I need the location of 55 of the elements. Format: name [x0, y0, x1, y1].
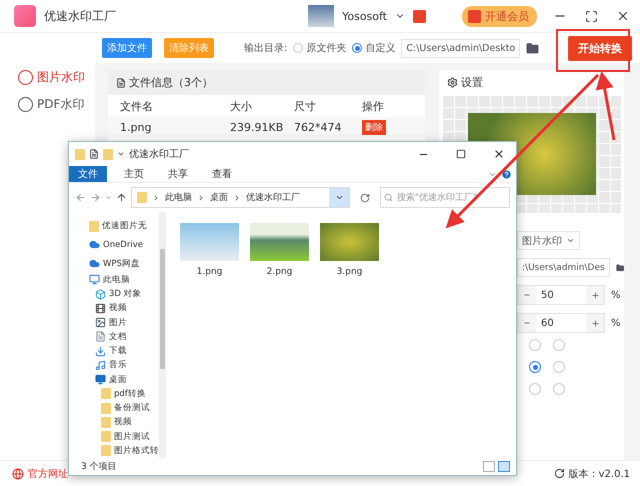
nav-item[interactable]: 优速图片无 [69, 217, 159, 236]
watermark-path-field[interactable]: :\Users\admin\Des [517, 258, 610, 277]
nav-item[interactable]: 3D 对象 [69, 287, 159, 302]
breadcrumb-item[interactable]: 优速水印工厂 [246, 191, 300, 204]
nav-item[interactable]: pdf转换 [69, 386, 159, 401]
user-name[interactable]: Yososoft [342, 10, 387, 22]
nav-item[interactable]: 备份测试 [69, 400, 159, 416]
nav-item[interactable]: 视频 [69, 301, 159, 316]
nav-item[interactable]: 图片格式转 [69, 444, 159, 458]
nav-item[interactable]: WPS网盘 [69, 254, 159, 273]
nav-item[interactable]: 文档 [69, 330, 159, 344]
nav-item[interactable]: OneDrive [69, 236, 159, 254]
table-cell-text: 239.91KB [230, 120, 284, 134]
delete-button[interactable]: 删除 [362, 120, 386, 134]
output-label: 输出目录: [244, 42, 288, 55]
column-header: 文件名 [120, 98, 154, 114]
nav-item[interactable]: 此电脑 [69, 272, 159, 288]
column-header: 尺寸 [294, 98, 317, 114]
breadcrumb-item[interactable]: 此电脑 [165, 191, 192, 204]
breadcrumb-item[interactable]: 桌面 [210, 191, 228, 204]
ribbon-tab[interactable]: 查看 [203, 166, 241, 182]
settings-title: 设置 [461, 75, 483, 90]
stepper-value[interactable]: 60 [536, 318, 586, 328]
panel-title: 文件信息（3个） [129, 75, 213, 90]
column-header: 大小 [230, 98, 253, 114]
website-link[interactable]: 官方网址 [28, 466, 68, 480]
output-radio[interactable]: 自定义 [352, 41, 396, 55]
unit-label: % [611, 290, 621, 300]
ribbon-tab[interactable]: 主页 [115, 166, 153, 182]
table-cell-text: 762*474 [294, 120, 342, 134]
sidebar-item[interactable]: PDF水印 [18, 96, 95, 113]
ribbon-tab[interactable]: 文件 [69, 166, 107, 182]
nav-item[interactable]: 图片测试 [69, 429, 159, 444]
file-name[interactable]: 3.png [336, 267, 362, 277]
table-cell-text: 1.png [120, 120, 152, 134]
window-title: 优速水印工厂 [129, 148, 189, 161]
output-path-field[interactable]: C:\Users\admin\Deskto [401, 38, 520, 58]
nav-item[interactable]: 音乐 [69, 358, 159, 373]
nav-item[interactable]: 下载 [69, 344, 159, 358]
file-name[interactable]: 2.png [266, 267, 292, 277]
nav-item[interactable]: 桌面 [69, 372, 159, 387]
item-count: 3 个项目 [81, 460, 117, 473]
sidebar-item[interactable]: 图片水印 [18, 69, 95, 86]
unit-label: % [611, 318, 621, 328]
watermark-type-dropdown[interactable]: 图片水印 [517, 231, 580, 250]
app-title: 优速水印工厂 [44, 8, 116, 24]
file-name[interactable]: 1.png [196, 267, 222, 277]
ribbon-tab[interactable]: 共享 [159, 166, 197, 182]
version-label: 版本：v2.0.1 [568, 468, 630, 480]
stepper-value[interactable]: 50 [536, 290, 586, 300]
start-button[interactable]: 开始转换 [568, 36, 632, 60]
nav-item[interactable]: 图片 [69, 316, 159, 330]
nav-item[interactable]: 视频 [69, 415, 159, 430]
output-radio[interactable]: 原文件夹 [293, 41, 346, 55]
column-header: 操作 [362, 98, 385, 114]
